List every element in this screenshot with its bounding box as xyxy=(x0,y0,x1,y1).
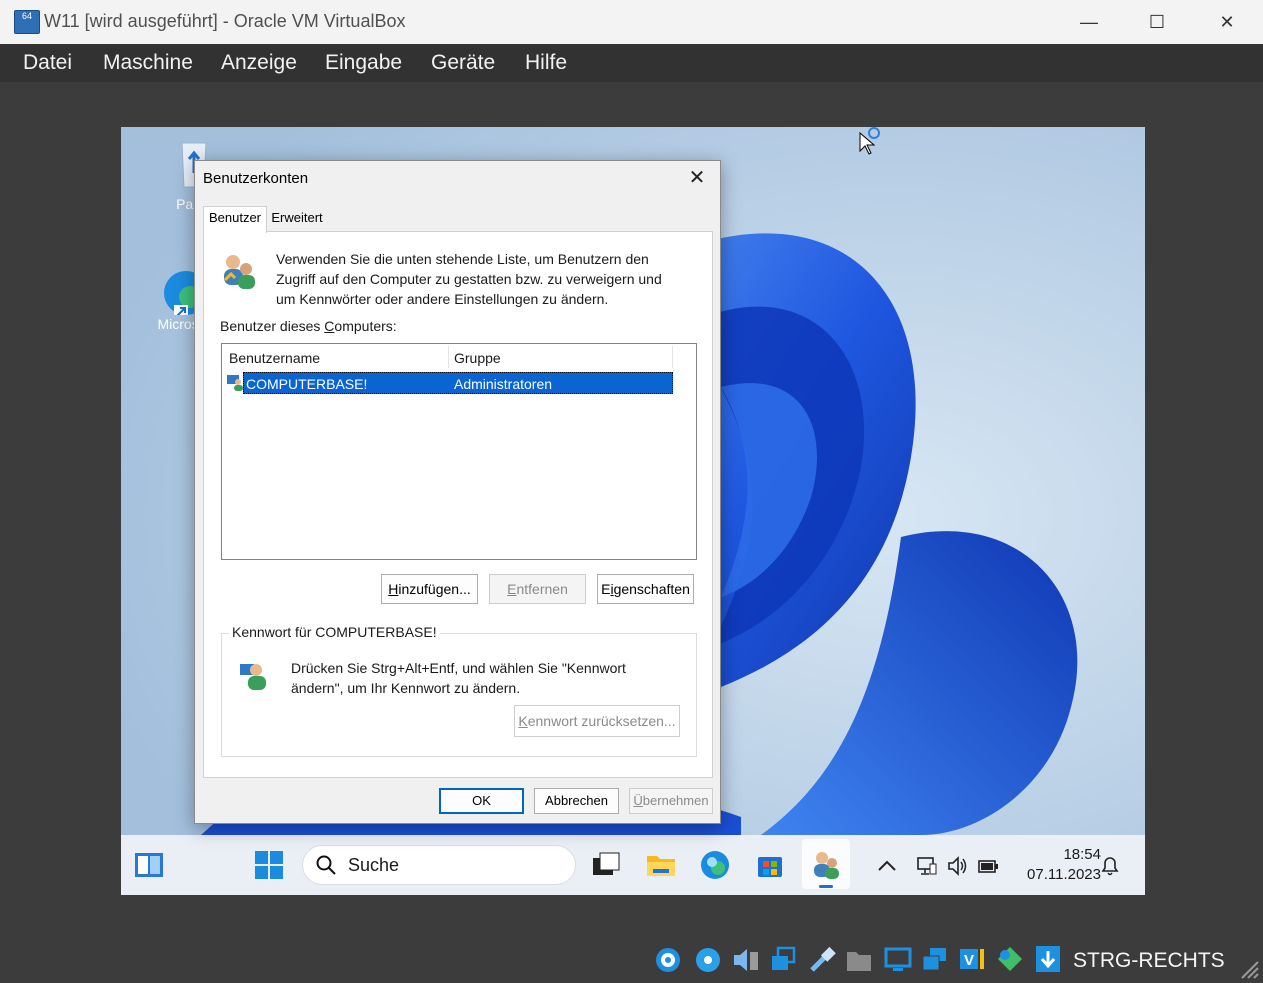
vbox-titlebar: 64 W11 [wird ausgeführt] - Oracle VM Vir… xyxy=(0,0,1263,44)
menu-datei[interactable]: Datei xyxy=(23,51,72,75)
audio-icon[interactable] xyxy=(732,944,760,974)
vt-x-icon[interactable]: V xyxy=(958,944,986,974)
network-icon[interactable] xyxy=(770,944,798,974)
window-title: W11 [wird ausgeführt] - Oracle VM Virtua… xyxy=(44,11,406,31)
user-accounts-dialog: Benutzerkonten ✕ Benutzer Erweitert Verw… xyxy=(194,160,721,824)
network-icon[interactable] xyxy=(916,855,938,877)
remove-label: ntfernen xyxy=(516,581,568,597)
column-header-group[interactable]: Gruppe xyxy=(454,350,501,366)
column-separator[interactable] xyxy=(672,346,673,368)
cell-username: COMPUTERBASE! xyxy=(246,376,368,392)
clock-time: 18:54 xyxy=(1063,846,1101,863)
ok-button[interactable]: OK xyxy=(439,788,524,814)
edge-icon[interactable] xyxy=(699,849,731,881)
cpu-load-icon[interactable] xyxy=(996,944,1024,974)
start-icon[interactable] xyxy=(253,849,285,881)
user-row-icon xyxy=(227,375,243,391)
tab-erweitert[interactable]: Erweitert xyxy=(266,208,328,230)
vbox-menubar: Datei Maschine Anzeige Eingabe Geräte Hi… xyxy=(0,44,1263,82)
add-accel: H xyxy=(388,581,399,597)
search-label: Suche xyxy=(348,855,400,875)
intro-line-1: Verwenden Sie die unten stehende Liste, … xyxy=(276,251,649,267)
menu-hilfe[interactable]: Hilfe xyxy=(525,51,567,75)
dialog-close-button[interactable]: ✕ xyxy=(682,165,712,191)
battery-icon[interactable] xyxy=(977,855,999,877)
menu-maschine[interactable]: Maschine xyxy=(103,51,193,75)
password-hint-line-1: Drücken Sie Strg+Alt+Entf, und wählen Si… xyxy=(291,660,626,676)
show-hidden-icon[interactable] xyxy=(876,855,898,875)
clock-date: 07.11.2023 xyxy=(1027,866,1101,883)
close-button[interactable]: ✕ xyxy=(1207,8,1247,36)
host-key-label: STRG-RECHTS xyxy=(1073,949,1225,972)
table-row[interactable]: COMPUTERBASE! Administratoren xyxy=(243,372,673,394)
add-label: inzufügen... xyxy=(398,581,471,597)
active-indicator xyxy=(819,885,833,888)
intro-line-3: um Kennwörter oder andere Einstellungen … xyxy=(276,291,609,307)
properties-button[interactable]: Eigenschaften xyxy=(597,574,694,604)
column-header-username[interactable]: Benutzername xyxy=(229,350,320,366)
mouse-cursor-icon xyxy=(859,127,880,155)
search-icon xyxy=(316,855,336,875)
users-list-label-post: omputers: xyxy=(334,318,397,334)
menu-eingabe[interactable]: Eingabe xyxy=(325,51,402,75)
dialog-title: Benutzerkonten xyxy=(203,170,309,187)
apply-button[interactable]: Übernehmen xyxy=(629,788,713,814)
cancel-button[interactable]: Abbrechen xyxy=(534,788,619,814)
user-accounts-icon xyxy=(223,255,255,289)
tab-benutzer[interactable]: Benutzer xyxy=(203,206,267,233)
mouse-integration-icon[interactable] xyxy=(1034,944,1062,974)
maximize-button[interactable]: ☐ xyxy=(1137,8,1177,36)
optical-drive-icon[interactable] xyxy=(694,944,722,974)
reset-password-button[interactable]: Kennwort zurücksetzen... xyxy=(514,705,680,737)
column-separator[interactable] xyxy=(448,346,449,368)
shared-folders-icon[interactable] xyxy=(845,944,873,974)
password-hint-line-2: ändern", um Ihr Kennwort zu ändern. xyxy=(291,680,521,696)
reset-accel: K xyxy=(518,713,528,729)
taskbar-search[interactable]: Suche xyxy=(302,845,576,885)
virtualbox-app-icon: 64 xyxy=(14,10,40,34)
user-accounts-icon xyxy=(814,852,839,879)
users-list-label-accel: C xyxy=(324,318,335,334)
resize-grip-icon[interactable] xyxy=(1238,958,1260,980)
password-groupbox: Kennwort für COMPUTERBASE! Drücken Sie S… xyxy=(221,624,697,757)
menu-geraete[interactable]: Geräte xyxy=(431,51,495,75)
cell-group: Administratoren xyxy=(454,376,553,392)
password-hint: Drücken Sie Strg+Alt+Entf, und wählen Si… xyxy=(291,658,691,698)
minimize-button[interactable]: — xyxy=(1069,8,1109,36)
taskbar-active-app[interactable] xyxy=(802,839,850,889)
password-group-label: Kennwort für COMPUTERBASE! xyxy=(229,624,440,640)
task-view-icon[interactable] xyxy=(590,849,622,881)
properties-label: genschaften xyxy=(613,581,690,597)
usb-icon[interactable] xyxy=(808,944,836,974)
store-icon[interactable] xyxy=(754,849,786,881)
notification-icon[interactable] xyxy=(1099,854,1121,878)
intro-line-2: Zugriff auf den Computer zu gestatten bz… xyxy=(276,271,662,287)
display-icon[interactable] xyxy=(884,944,912,974)
taskbar: Suche 18:54 07.11.2023 xyxy=(121,835,1145,895)
menu-anzeige[interactable]: Anzeige xyxy=(221,51,297,75)
intro-text: Verwenden Sie die unten stehende Liste, … xyxy=(276,249,706,309)
volume-icon[interactable] xyxy=(947,855,969,877)
widgets-icon[interactable] xyxy=(133,849,165,881)
user-key-icon xyxy=(240,664,266,690)
users-listview[interactable]: Benutzername Gruppe COMPUTERBASE! Admini… xyxy=(221,343,697,560)
svg-text:V: V xyxy=(964,952,974,969)
recording-icon[interactable] xyxy=(921,944,949,974)
users-list-label-pre: Benutzer dieses xyxy=(220,318,325,334)
file-explorer-icon[interactable] xyxy=(645,849,677,881)
users-list-label: Benutzer dieses Computers: xyxy=(220,316,397,336)
taskbar-clock[interactable]: 18:54 07.11.2023 xyxy=(1001,845,1101,885)
remove-user-button[interactable]: Entfernen xyxy=(489,574,586,604)
apply-label: bernehmen xyxy=(642,793,709,808)
add-user-button[interactable]: Hinzufügen... xyxy=(381,574,478,604)
app-icon-label: 64 xyxy=(21,11,32,21)
apply-accel: Ü xyxy=(633,793,643,808)
hard-disk-icon[interactable] xyxy=(654,944,682,974)
reset-label: ennwort zurücksetzen... xyxy=(527,713,676,729)
